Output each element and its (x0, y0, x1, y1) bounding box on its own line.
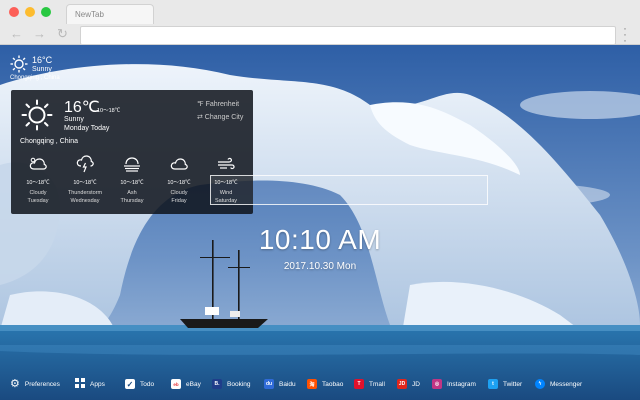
bar-label: Baidu (279, 380, 296, 388)
bottom-toolbar: ⚙ Preferences Apps ✓ Todo eb eBay B. Boo… (0, 373, 640, 395)
forecast-day: 10～18℃ Cloudy Tuesday (16, 154, 60, 204)
bar-label: Messenger (550, 380, 583, 388)
baidu-icon: du (264, 379, 274, 389)
forecast-range: 10～18℃ (73, 180, 97, 186)
jd-icon: JD (397, 379, 407, 389)
bar-label: Instagram (447, 380, 476, 388)
zoom-window-button[interactable] (41, 7, 51, 17)
bar-label: Tmall (369, 380, 385, 388)
tmall-link[interactable]: T Tmall (354, 378, 385, 390)
current-condition: Sunny (64, 116, 84, 123)
forecast-range: 10～18℃ (120, 180, 144, 186)
messenger-icon: ϟ (535, 379, 545, 389)
browser-chrome: NewTab ← → ↻ · · · (0, 0, 640, 46)
cloudy-icon (16, 154, 60, 174)
apps-button[interactable]: Apps (75, 378, 105, 390)
cloudy-icon (157, 154, 201, 174)
sun-icon (10, 55, 28, 73)
forecast-weekday: Tuesday (27, 198, 49, 204)
booking-icon: B. (212, 379, 222, 389)
fahrenheit-toggle[interactable]: ℉ Fahrenheit (197, 100, 239, 108)
clock-date: 2017.10.30 Mon (283, 261, 357, 272)
forecast-weekday: Thursday (120, 198, 144, 204)
twitter-icon: t (488, 379, 498, 389)
mini-temp: 16°C (32, 55, 53, 65)
mini-condition: Sunny (32, 66, 52, 73)
tmall-icon: T (354, 379, 364, 389)
minimize-window-button[interactable] (25, 7, 35, 17)
bar-label: Twitter (503, 380, 523, 388)
ebay-icon: eb (171, 379, 181, 389)
menu-dots-icon[interactable]: · · · (620, 22, 630, 46)
grid-icon (75, 378, 85, 390)
forward-arrow-icon[interactable]: → (33, 26, 46, 41)
forecast-day: 10～18℃ Thunderstorm Wednesday (63, 154, 107, 204)
todo-link[interactable]: ✓ Todo (125, 378, 154, 390)
messenger-link[interactable]: ϟ Messenger (535, 378, 582, 390)
mini-location: Chongqing , China (10, 75, 60, 81)
current-day: Monday Today (64, 125, 110, 132)
preferences-button[interactable]: ⚙ Preferences (10, 378, 60, 390)
current-range: 10～18℃ (97, 108, 121, 114)
baidu-link[interactable]: du Baidu (264, 378, 296, 390)
bar-label: JD (412, 380, 420, 388)
reload-icon[interactable]: ↻ (57, 26, 68, 42)
forecast-condition: Ash (127, 190, 137, 196)
gear-icon: ⚙ (10, 378, 20, 390)
close-window-button[interactable] (9, 7, 19, 17)
wind-icon (204, 154, 248, 174)
address-bar[interactable] (80, 26, 616, 45)
booking-link[interactable]: B. Booking (212, 378, 251, 390)
sun-icon (21, 99, 53, 131)
forecast-day: 10～18℃ Ash Thursday (110, 154, 154, 204)
instagram-link[interactable]: ◎ Instagram (432, 378, 476, 390)
panel-location: Chongqing , China (20, 138, 78, 145)
back-arrow-icon[interactable]: ← (10, 26, 23, 41)
clock-time: 10:10 AM (258, 224, 382, 255)
bar-label: eBay (186, 380, 201, 388)
forecast-range: 10～18℃ (167, 180, 191, 186)
bar-label: Booking (227, 380, 251, 388)
forecast-condition: Cloudy (29, 190, 47, 196)
taobao-icon: 淘 (307, 379, 317, 389)
checkbox-icon: ✓ (125, 379, 135, 389)
twitter-link[interactable]: t Twitter (488, 378, 522, 390)
change-city-button[interactable]: ⇄ Change City (197, 113, 243, 121)
instagram-icon: ◎ (432, 379, 442, 389)
jd-link[interactable]: JD JD (397, 378, 420, 390)
bar-label: Todo (140, 380, 155, 388)
forecast-day: 10～18℃ Cloudy Friday (157, 154, 201, 204)
forecast-condition: Thunderstorm (67, 190, 103, 196)
bar-label: Preferences (24, 380, 60, 388)
search-input[interactable] (210, 175, 488, 205)
ebay-link[interactable]: eb eBay (171, 378, 201, 390)
bar-label: Taobao (322, 380, 344, 388)
forecast-weekday: Friday (171, 198, 187, 204)
forecast-condition: Cloudy (170, 190, 188, 196)
browser-tab[interactable]: NewTab (66, 4, 154, 24)
taobao-link[interactable]: 淘 Taobao (307, 378, 343, 390)
current-temp: 16℃ (64, 99, 100, 116)
thunderstorm-icon (63, 154, 107, 174)
forecast-weekday: Wednesday (70, 198, 100, 204)
tab-title: NewTab (75, 10, 104, 19)
ash-icon (110, 154, 154, 174)
forecast-range: 10～18℃ (26, 180, 50, 186)
bar-label: Apps (90, 380, 105, 388)
